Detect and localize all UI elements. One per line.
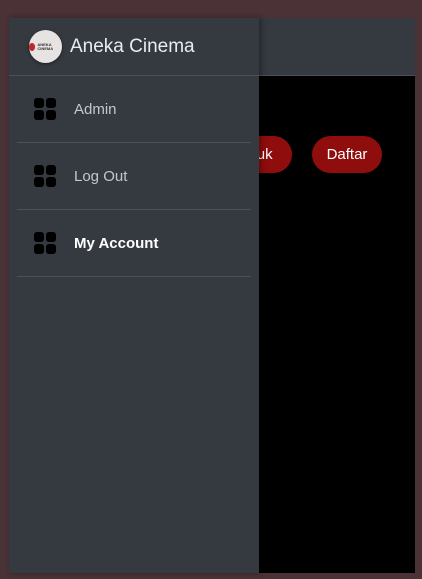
register-button-label: Daftar	[326, 146, 368, 163]
sidebar-item-label: Log Out	[74, 167, 128, 185]
sidebar: ANEKA CINEMA Aneka Cinema Admin Log Out …	[9, 18, 259, 573]
sidebar-item-label: Admin	[74, 100, 117, 118]
brand-logo: ANEKA CINEMA	[29, 30, 62, 63]
sidebar-nav: Admin Log Out My Account	[9, 76, 259, 277]
logo-text: ANEKA CINEMA	[37, 41, 54, 51]
brand-title: Aneka Cinema	[70, 35, 195, 57]
sidebar-item-admin[interactable]: Admin	[17, 76, 251, 143]
grid-icon	[34, 98, 56, 120]
sidebar-item-label: My Account	[74, 234, 159, 252]
grid-icon	[34, 165, 56, 187]
brand-link[interactable]: ANEKA CINEMA Aneka Cinema	[9, 18, 259, 76]
sidebar-item-logout[interactable]: Log Out	[17, 143, 251, 210]
logo-mark-icon	[29, 42, 36, 51]
register-button[interactable]: Daftar	[312, 136, 382, 173]
sidebar-item-my-account[interactable]: My Account	[17, 210, 251, 277]
grid-icon	[34, 232, 56, 254]
